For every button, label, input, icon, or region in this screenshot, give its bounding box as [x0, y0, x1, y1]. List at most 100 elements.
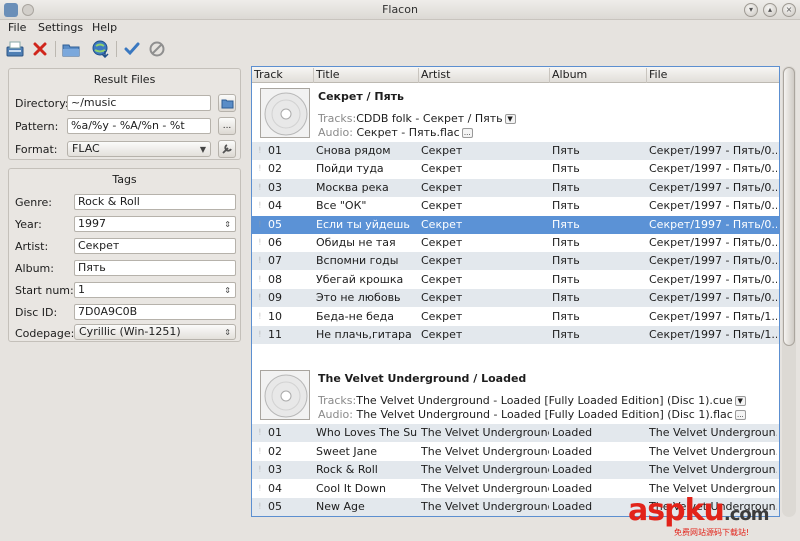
cell-track: 01: [268, 144, 282, 157]
drag-handle-icon[interactable]: ⋮ ⋮: [257, 164, 263, 174]
cell-track: 04: [268, 481, 282, 495]
table-row[interactable]: ⋮ ⋮ 11 Не плачь,гитара Секрет Пять Секрет/1997…: [252, 326, 779, 344]
drag-handle-icon[interactable]: ⋮ ⋮: [257, 220, 263, 230]
format-select[interactable]: FLAC ▼: [67, 141, 211, 157]
cell-album: Пять: [552, 180, 580, 194]
column-album[interactable]: Album: [550, 68, 647, 83]
tracks-source[interactable]: CDDB folk - Секрет / Пять: [356, 112, 502, 125]
audio-browse-button[interactable]: ...: [461, 128, 473, 138]
drag-handle-icon[interactable]: ⋮ ⋮: [257, 256, 263, 266]
codepage-select[interactable]: Cyrillic (Win-1251) ⇕: [74, 324, 236, 340]
cell-track: 07: [268, 254, 282, 268]
table-row[interactable]: ⋮ ⋮ 03 Rock & Roll The Velvet Underground Loa…: [252, 461, 779, 480]
remove-icon[interactable]: [30, 39, 50, 59]
audio-file[interactable]: Секрет - Пять.flac: [356, 126, 459, 139]
vertical-scrollbar[interactable]: [782, 66, 796, 517]
minimize-icon[interactable]: ▾: [744, 3, 758, 17]
table-row[interactable]: ⋮ ⋮ 09 Это не любовь Секрет Пять Секрет/1997 -…: [252, 289, 779, 308]
spin-arrows-icon[interactable]: ⇕: [224, 284, 231, 297]
pattern-input[interactable]: %a/%y - %A/%n - %t: [67, 118, 211, 134]
disc-tracks-line: Tracks:The Velvet Underground - Loaded […: [318, 394, 746, 407]
column-track[interactable]: Track: [252, 68, 314, 83]
track-view[interactable]: Track Title Artist Album File Секрет / П…: [251, 66, 780, 517]
cell-file: The Velvet Undergroun...: [649, 444, 777, 458]
cd-cover-icon[interactable]: [260, 88, 310, 138]
table-row[interactable]: ⋮ ⋮ 01 Снова рядом Секрет Пять Секрет/1997 - П…: [252, 142, 779, 160]
column-artist[interactable]: Artist: [419, 68, 550, 83]
audio-key: Audio:: [318, 408, 353, 422]
menu-help[interactable]: Help: [92, 21, 117, 34]
directory-label: Directory:: [15, 97, 69, 110]
audio-browse-button[interactable]: ...: [734, 410, 746, 421]
browse-folder-button[interactable]: [218, 94, 236, 112]
disc-id-input[interactable]: 7D0A9C0B: [74, 304, 236, 320]
menu-settings[interactable]: Settings: [38, 21, 83, 34]
cell-album: Пять: [552, 236, 580, 249]
cell-artist: Секрет: [421, 254, 463, 268]
disc-header[interactable]: The Velvet Underground / Loaded Tracks:Th…: [252, 366, 779, 425]
table-row[interactable]: ⋮ ⋮ 07 Вспомни годы Секрет Пять Секрет/1997 - …: [252, 252, 779, 271]
pattern-menu-button[interactable]: ...: [218, 117, 236, 135]
open-folder-icon[interactable]: [61, 39, 81, 59]
disc-header[interactable]: Секрет / Пять Tracks:CDDB folk - Секрет /…: [252, 84, 779, 142]
year-spinbox[interactable]: 1997 ⇕: [74, 216, 236, 232]
maximize-icon[interactable]: ▴: [763, 3, 777, 17]
drag-handle-icon[interactable]: ⋮ ⋮: [257, 201, 263, 211]
column-title[interactable]: Title: [314, 68, 419, 83]
table-row[interactable]: ⋮ ⋮ 01 Who Loves The Sun The Velvet Undergro…: [252, 424, 779, 443]
spin-arrows-icon[interactable]: ⇕: [224, 218, 231, 231]
column-file[interactable]: File: [647, 68, 779, 83]
table-row-selected[interactable]: ⋮ ⋮ 05 Если ты уйдешь Секрет Пять Секрет/1997 …: [252, 215, 779, 234]
drag-handle-icon[interactable]: ⋮ ⋮: [257, 330, 263, 340]
chevron-down-icon[interactable]: ▼: [734, 396, 746, 407]
drag-handle-icon[interactable]: ⋮ ⋮: [257, 465, 263, 475]
tracks-key: Tracks:: [318, 394, 357, 408]
drag-handle-icon[interactable]: ⋮ ⋮: [257, 293, 263, 303]
directory-input[interactable]: ~/music: [67, 95, 211, 111]
cell-album: Loaded: [552, 463, 593, 477]
cell-album: Пять: [552, 254, 580, 268]
abort-icon[interactable]: [147, 39, 167, 59]
table-row[interactable]: ⋮ ⋮ 03 Москва река Секрет Пять Секрет/1997 - П…: [252, 178, 779, 197]
table-row[interactable]: ⋮ ⋮ 02 Пойди туда Секрет Пять Секрет/1997 - Пя…: [252, 160, 779, 179]
download-info-icon[interactable]: [91, 39, 111, 59]
drag-handle-icon[interactable]: ⋮ ⋮: [257, 275, 263, 285]
tracks-source[interactable]: The Velvet Underground - Loaded [Fully L…: [356, 394, 732, 407]
cell-artist: The Velvet Underground: [421, 444, 549, 458]
cell-album: Пять: [552, 144, 580, 157]
start-num-spinbox[interactable]: 1 ⇕: [74, 282, 236, 298]
drag-handle-icon[interactable]: ⋮ ⋮: [257, 447, 263, 457]
genre-input[interactable]: Rock & Roll: [74, 194, 236, 210]
result-files-title: Result Files: [93, 73, 156, 86]
drag-handle-icon[interactable]: ⋮ ⋮: [257, 238, 263, 248]
format-settings-button[interactable]: [218, 140, 236, 158]
scrollbar-thumb[interactable]: [783, 67, 795, 346]
album-input[interactable]: Пять: [74, 260, 236, 276]
toolbar: [0, 36, 800, 62]
table-row[interactable]: ⋮ ⋮ 08 Убегай крошка Секрет Пять Секрет/1997 -…: [252, 270, 779, 289]
table-row[interactable]: ⋮ ⋮ 06 Обиды не тая Секрет Пять Секрет/1997 - …: [252, 234, 779, 252]
panel-splitter[interactable]: [244, 66, 248, 516]
table-row[interactable]: ⋮ ⋮ 02 Sweet Jane The Velvet Underground Load…: [252, 442, 779, 461]
cell-track: 02: [268, 444, 282, 458]
cell-album: Loaded: [552, 444, 593, 458]
menu-file[interactable]: File: [8, 21, 26, 34]
drag-handle-icon[interactable]: ⋮ ⋮: [257, 484, 263, 494]
save-icon[interactable]: [5, 39, 25, 59]
audio-file[interactable]: The Velvet Underground - Loaded [Fully L…: [356, 408, 732, 421]
drag-handle-icon[interactable]: ⋮ ⋮: [257, 428, 263, 438]
drag-handle-icon[interactable]: ⋮ ⋮: [257, 146, 263, 156]
artist-input[interactable]: Секрет: [74, 238, 236, 254]
drag-handle-icon[interactable]: ⋮ ⋮: [257, 502, 263, 512]
table-row[interactable]: ⋮ ⋮ 10 Беда-не беда Секрет Пять Секрет/1997 - …: [252, 307, 779, 326]
table-row[interactable]: ⋮ ⋮ 04 Все "ОК" Секрет Пять Секрет/1997 - Пять…: [252, 197, 779, 216]
cell-album: Пять: [552, 272, 580, 286]
close-icon[interactable]: ×: [782, 3, 796, 17]
cd-cover-icon[interactable]: [260, 370, 310, 421]
convert-check-icon[interactable]: [122, 39, 142, 59]
drag-handle-icon[interactable]: ⋮ ⋮: [257, 183, 263, 193]
cell-album: Пять: [552, 217, 580, 231]
chevron-down-icon[interactable]: ▼: [504, 114, 516, 124]
drag-handle-icon[interactable]: ⋮ ⋮: [257, 312, 263, 322]
cell-track: 03: [268, 463, 282, 477]
